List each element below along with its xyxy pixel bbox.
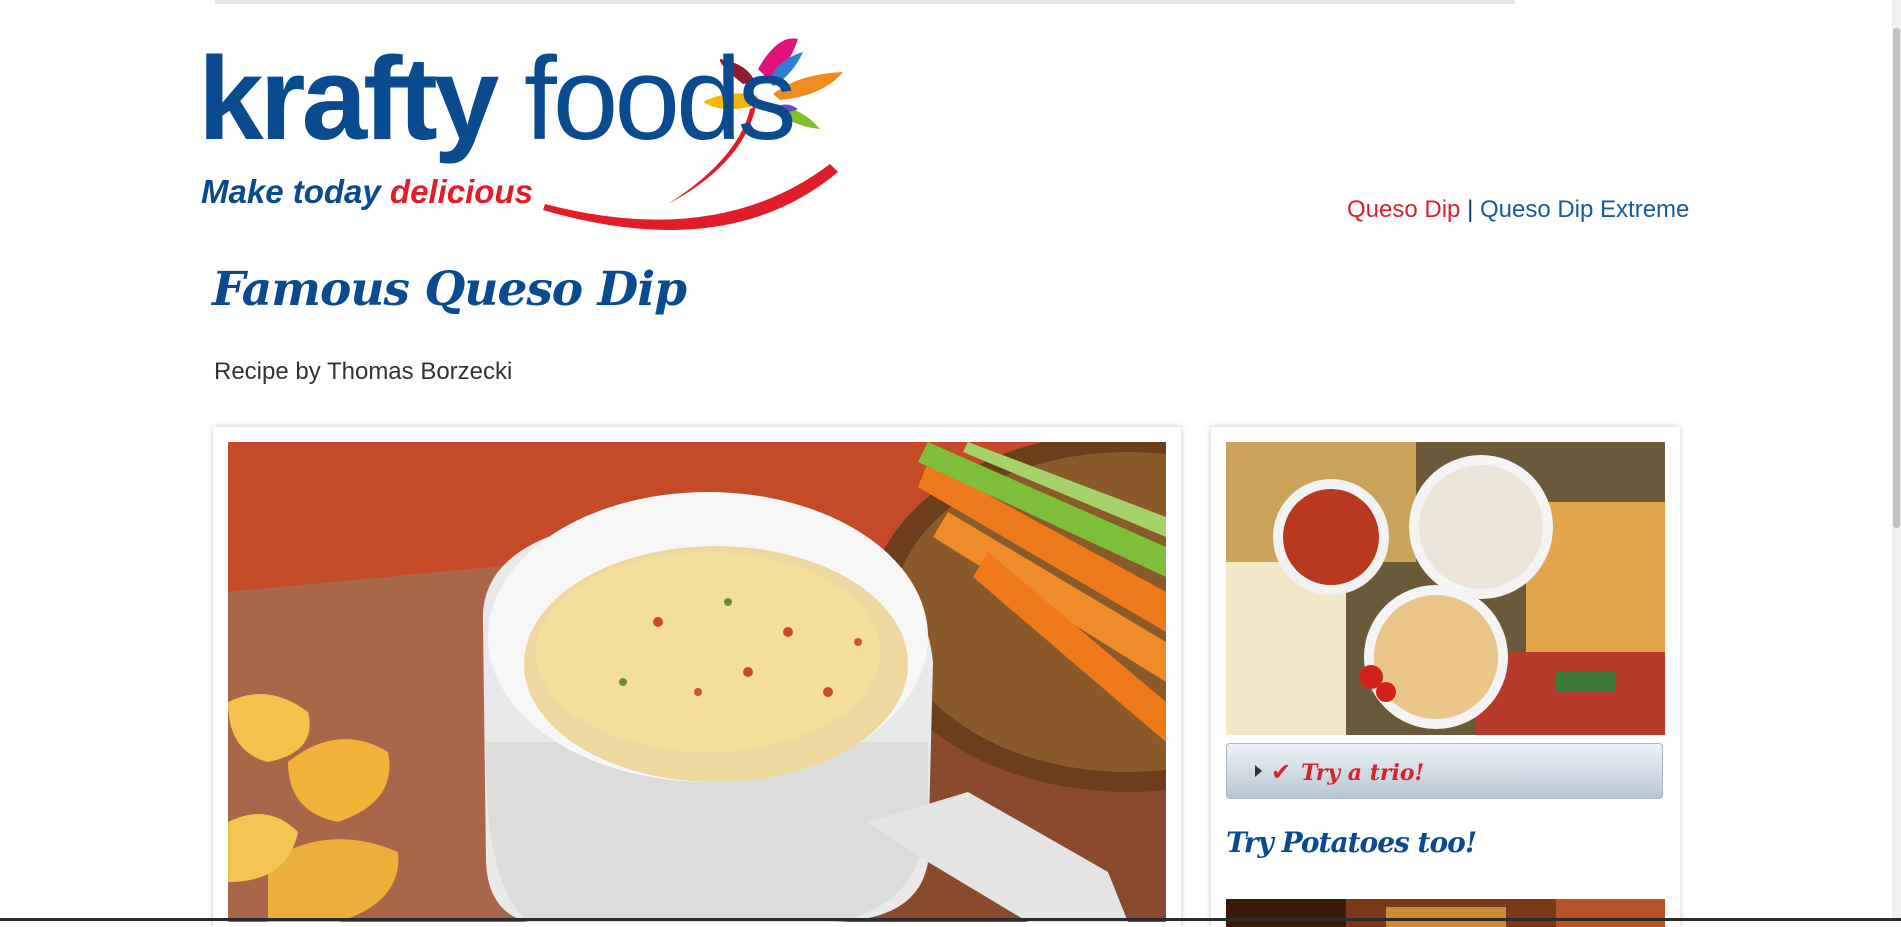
nav-link-queso-dip-extreme[interactable]: Queso Dip Extreme: [1480, 196, 1689, 223]
nav-separator: |: [1467, 196, 1474, 223]
sidebar-card: ✔ Try a trio! Try Potatoes too!: [1211, 427, 1680, 927]
dip-trio-platter-photo-icon: [1226, 442, 1665, 735]
recipe-nav: Queso Dip | Queso Dip Extreme: [1347, 196, 1689, 224]
logo-tagline: Make today delicious: [201, 173, 533, 211]
queso-dip-photo-icon: [228, 442, 1166, 922]
logo-wordmark-foods: foods: [524, 33, 797, 165]
top-border: [215, 0, 1515, 4]
nav-link-queso-dip[interactable]: Queso Dip: [1347, 196, 1460, 223]
logo-wordmark-krafty: krafty: [198, 33, 499, 165]
check-icon: ✔: [1271, 758, 1292, 786]
potatoes-photo-icon: [1226, 899, 1665, 927]
sidebar-heading: Try Potatoes too!: [1226, 826, 1477, 859]
recipe-card: [213, 427, 1181, 927]
tagline-text: Make today: [201, 173, 390, 210]
page-title: Famous Queso Dip: [212, 262, 687, 317]
caret-right-icon: [1255, 765, 1262, 777]
recipe-byline: Recipe by Thomas Borzecki: [214, 358, 513, 385]
tagline-accent: delicious: [389, 173, 533, 210]
scrollbar-thumb[interactable]: [1893, 28, 1900, 528]
brand-logo[interactable]: krafty foods Make today delicious: [198, 14, 908, 234]
page-scrollbar[interactable]: [1892, 0, 1901, 921]
try-a-trio-accordion[interactable]: ✔ Try a trio!: [1226, 743, 1663, 799]
accordion-label: Try a trio!: [1301, 760, 1425, 786]
